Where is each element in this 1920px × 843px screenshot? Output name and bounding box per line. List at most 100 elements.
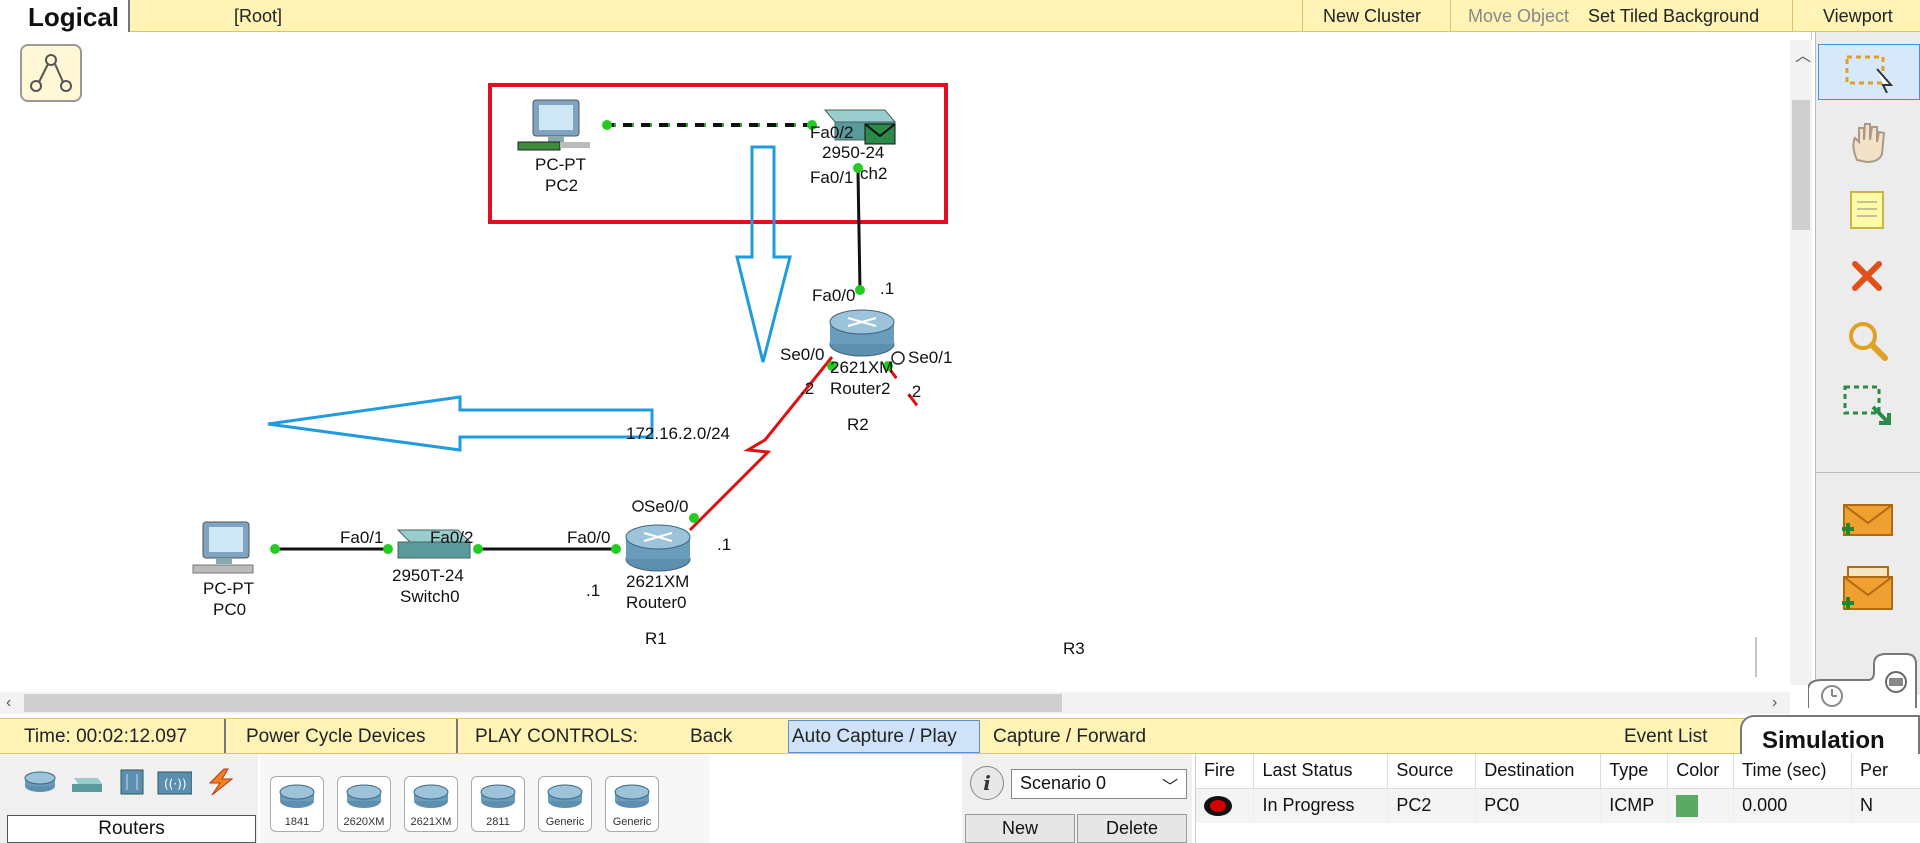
- switch2-name-label: ch2: [860, 164, 887, 183]
- wireless-category-icon[interactable]: ((·)): [156, 768, 192, 796]
- tool-divider: [1816, 472, 1920, 473]
- device-2620xm[interactable]: 2620XM: [337, 776, 391, 832]
- place-note-icon[interactable]: [1834, 182, 1900, 238]
- pdu-event-list: Fire Last Status Source Destination Type…: [1195, 754, 1920, 843]
- set-tiled-background-button[interactable]: Set Tiled Background: [1588, 6, 1759, 27]
- delete-scenario-button[interactable]: Delete: [1077, 814, 1187, 843]
- switch0-name-label: Switch0: [400, 587, 460, 606]
- pc2-device-icon[interactable]: [517, 99, 590, 151]
- router2-addr-se0: .2: [800, 379, 814, 398]
- connections-lightning-icon[interactable]: [202, 768, 238, 796]
- device-model-label: Generic: [612, 816, 652, 828]
- router2-port-se1: Se0/1: [908, 348, 952, 367]
- move-object-button[interactable]: Move Object: [1468, 6, 1569, 27]
- col-time[interactable]: Time (sec): [1733, 754, 1852, 789]
- device-generic[interactable]: Generic: [605, 776, 659, 832]
- pdu-color-swatch[interactable]: [1676, 794, 1699, 817]
- pdu-table: Fire Last Status Source Destination Type…: [1196, 754, 1920, 823]
- routers-category-icon[interactable]: [22, 768, 58, 796]
- router-icon: [606, 777, 658, 815]
- col-destination[interactable]: Destination: [1475, 754, 1602, 789]
- left-arrow-annotation: [267, 395, 654, 452]
- link-switch2-router2[interactable]: [856, 171, 862, 291]
- svg-text:((·)): ((·)): [164, 777, 187, 791]
- power-cycle-devices-button[interactable]: Power Cycle Devices: [246, 726, 426, 748]
- fire-cell[interactable]: [1196, 788, 1255, 823]
- router-icon: [338, 777, 390, 815]
- time-cell: 0.000: [1733, 788, 1852, 823]
- router2-port-fa: Fa0/0: [812, 286, 855, 305]
- device-model-label: 2621XM: [410, 816, 452, 828]
- auto-capture-play-label: Auto Capture / Play: [792, 726, 957, 747]
- device-2811[interactable]: 2811: [471, 776, 525, 832]
- info-icon[interactable]: i: [970, 766, 1004, 800]
- scroll-up-arrow-icon[interactable]: ︿: [1795, 42, 1811, 66]
- toolbar-divider: [1302, 0, 1303, 32]
- new-scenario-button[interactable]: New: [965, 814, 1075, 843]
- fire-status-icon[interactable]: [1204, 796, 1232, 817]
- clock-icon: [632, 500, 644, 512]
- realtime-simulation-toggle-icon[interactable]: [1808, 650, 1918, 710]
- device-model-label: 2811: [486, 816, 510, 828]
- scenario-select[interactable]: Scenario 0 ﹀: [1011, 769, 1187, 799]
- col-source[interactable]: Source: [1387, 754, 1477, 789]
- pc0-name-label: PC0: [213, 600, 246, 619]
- device-2621xm[interactable]: 2621XM: [404, 776, 458, 832]
- r3-label: R3: [1063, 639, 1085, 658]
- router0-port-fa: Fa0/0: [567, 528, 610, 547]
- add-complex-pdu-icon[interactable]: [1834, 560, 1900, 616]
- serial-network-label: 172.16.2.0/24: [626, 424, 730, 443]
- device-model-label: Generic: [545, 816, 585, 828]
- router-icon: [271, 777, 323, 815]
- back-button[interactable]: Back: [690, 726, 732, 748]
- router0-type-label: 2621XM: [626, 572, 689, 591]
- router2-port-se0: Se0/0: [780, 345, 824, 364]
- delete-x-icon[interactable]: [1834, 248, 1900, 304]
- r2-label: R2: [847, 415, 869, 434]
- router0-device-icon[interactable]: [625, 524, 691, 572]
- add-simple-pdu-icon[interactable]: [1834, 492, 1900, 548]
- capture-forward-button[interactable]: Capture / Forward: [993, 726, 1146, 748]
- source-cell: PC2: [1387, 788, 1477, 823]
- horizontal-scroll-thumb[interactable]: [24, 694, 1062, 712]
- vertical-scroll-thumb[interactable]: [1792, 100, 1810, 230]
- simulation-mode-tab[interactable]: Simulation: [1740, 715, 1920, 759]
- scroll-right-arrow-icon[interactable]: ›: [1772, 694, 1777, 712]
- device-generic[interactable]: Generic: [538, 776, 592, 832]
- col-color[interactable]: Color: [1667, 754, 1735, 789]
- router2-device-icon[interactable]: [829, 309, 895, 357]
- device-model-label: 2620XM: [343, 816, 385, 828]
- pc0-device-icon[interactable]: [192, 521, 254, 574]
- switch2-type-label: 2950-24: [822, 143, 884, 162]
- switches-category-icon[interactable]: [68, 768, 104, 796]
- col-type[interactable]: Type: [1600, 754, 1669, 789]
- device-category-label: Routers: [7, 815, 256, 843]
- bar-divider: [456, 719, 458, 753]
- router2-type-label: 2621XM: [830, 358, 893, 377]
- switch0-port-right: Fa0/2: [430, 528, 473, 547]
- col-fire[interactable]: Fire: [1196, 754, 1255, 789]
- resize-shape-icon[interactable]: [1834, 378, 1900, 434]
- move-layout-hand-icon[interactable]: [1834, 114, 1900, 170]
- pc2-type-label: PC-PT: [535, 155, 586, 174]
- col-last-status[interactable]: Last Status: [1253, 754, 1389, 789]
- toolbar-divider: [1450, 0, 1451, 32]
- table-row[interactable]: In Progress PC2 PC0 ICMP 0.000 N: [1196, 788, 1920, 823]
- router2-name-label: Router2: [830, 379, 890, 398]
- select-tool-icon[interactable]: [1818, 44, 1920, 100]
- viewport-button[interactable]: Viewport: [1823, 6, 1893, 27]
- new-cluster-button[interactable]: New Cluster: [1323, 6, 1421, 27]
- play-controls-label: PLAY CONTROLS:: [475, 726, 638, 747]
- switch0-port-left: Fa0/1: [340, 528, 383, 547]
- inspect-magnifier-icon[interactable]: [1834, 312, 1900, 368]
- breadcrumb-root[interactable]: [Root]: [234, 6, 282, 27]
- router0-addr-se: .1: [717, 535, 731, 554]
- router-icon: [472, 777, 524, 815]
- device-1841[interactable]: 1841: [270, 776, 324, 832]
- event-list-button[interactable]: Event List: [1624, 726, 1707, 748]
- last-status-cell: In Progress: [1253, 788, 1389, 823]
- scroll-left-arrow-icon[interactable]: ‹: [6, 694, 11, 712]
- hubs-category-icon[interactable]: [114, 768, 150, 796]
- switch0-type-label: 2950T-24: [392, 566, 464, 585]
- col-periodic[interactable]: Per: [1851, 754, 1920, 789]
